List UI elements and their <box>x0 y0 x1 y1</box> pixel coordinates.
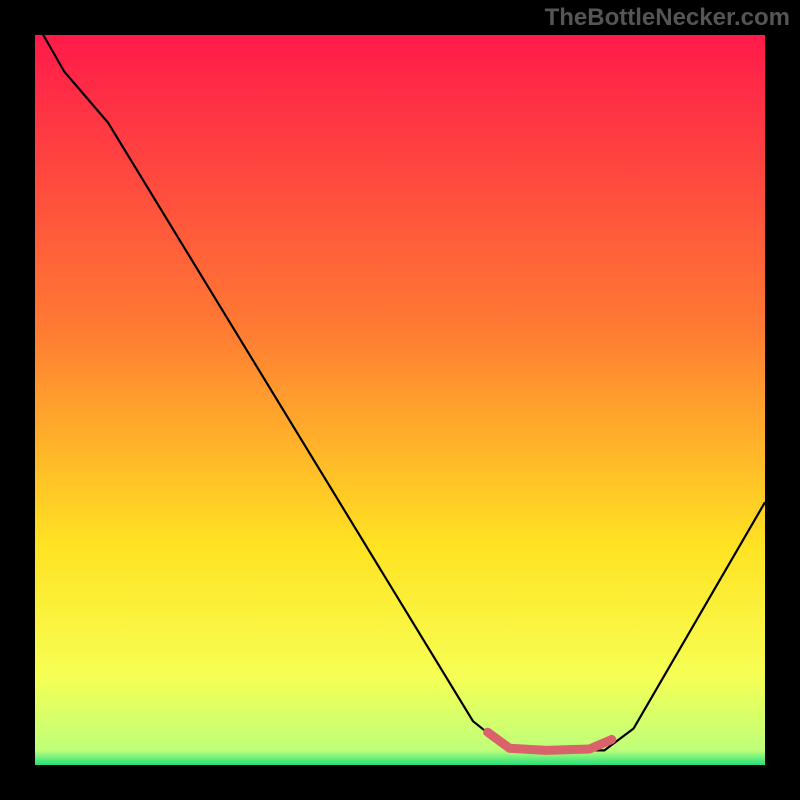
chart-container: TheBottleNecker.com <box>0 0 800 800</box>
chart-svg <box>35 35 765 765</box>
plot-area <box>35 35 765 765</box>
gradient-background <box>35 35 765 765</box>
watermark-text: TheBottleNecker.com <box>545 4 790 32</box>
